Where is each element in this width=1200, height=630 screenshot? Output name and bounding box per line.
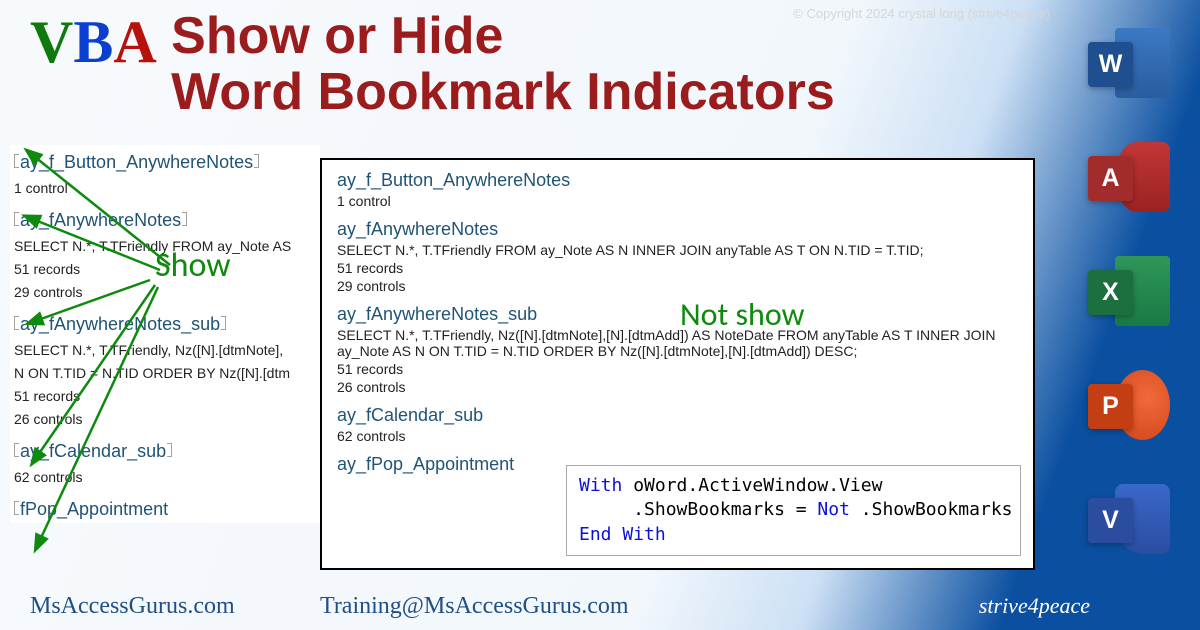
tagline: strive4peace bbox=[840, 593, 1150, 619]
title-line-2: Word Bookmark Indicators bbox=[171, 63, 835, 121]
bookmark-detail: 29 controls bbox=[337, 278, 1018, 294]
title-line-1: Show or Hide bbox=[171, 7, 503, 65]
website-link[interactable]: MsAccessGurus.com bbox=[30, 593, 320, 620]
code-text: oWord.ActiveWindow.View bbox=[622, 475, 882, 496]
bookmark-detail: 62 controls bbox=[14, 467, 316, 488]
show-label: Show bbox=[155, 245, 231, 286]
bookmark-detail: 51 records bbox=[14, 386, 316, 407]
keyword-not: Not bbox=[817, 499, 850, 520]
bookmark-name: ay_f_Button_AnywhereNotes bbox=[337, 170, 570, 190]
bookmark-detail: 62 controls bbox=[337, 428, 1018, 444]
header: VBA Show or Hide Word Bookmark Indicator… bbox=[30, 8, 1000, 120]
office-app-icons: W A X P V bbox=[1088, 22, 1170, 560]
bookmarks-hidden-panel: ay_f_Button_AnywhereNotes 1 control ay_f… bbox=[320, 158, 1035, 570]
bookmark-detail: 1 control bbox=[14, 178, 316, 199]
bookmark-item: ay_fAnywhereNotes bbox=[14, 207, 316, 234]
bookmark-detail: SELECT N.*, T.TFriendly, Nz([N].[dtmNote… bbox=[337, 327, 1018, 359]
bookmark-detail: 1 control bbox=[337, 193, 1018, 209]
bookmark-name: fPop_Appointment bbox=[20, 499, 168, 519]
visio-letter: V bbox=[1088, 498, 1133, 543]
email-link[interactable]: Training@MsAccessGurus.com bbox=[320, 593, 840, 620]
word-icon: W bbox=[1088, 22, 1170, 104]
access-letter: A bbox=[1088, 156, 1133, 201]
vba-logo: VBA bbox=[30, 8, 157, 77]
bookmark-item: ay_fAnywhereNotes bbox=[337, 219, 1018, 240]
code-text: .ShowBookmarks bbox=[850, 499, 1013, 520]
keyword-end-with: End With bbox=[579, 524, 666, 545]
bookmark-name: ay_fCalendar_sub bbox=[20, 441, 166, 461]
bookmark-detail: 26 controls bbox=[337, 379, 1018, 395]
bookmarks-shown-panel: ay_f_Button_AnywhereNotes 1 control ay_f… bbox=[10, 145, 320, 523]
bookmark-name: ay_fAnywhereNotes_sub bbox=[337, 304, 537, 324]
vba-a: A bbox=[113, 9, 156, 75]
bookmark-item: ay_f_Button_AnywhereNotes bbox=[337, 170, 1018, 191]
access-icon: A bbox=[1088, 136, 1170, 218]
visio-icon: V bbox=[1088, 478, 1170, 560]
keyword-with: With bbox=[579, 475, 622, 496]
powerpoint-icon: P bbox=[1088, 364, 1170, 446]
not-show-label: Not show bbox=[680, 295, 804, 334]
ppt-letter: P bbox=[1088, 384, 1133, 429]
footer: MsAccessGurus.com Training@MsAccessGurus… bbox=[30, 593, 1150, 620]
bookmark-detail: 51 records bbox=[337, 361, 1018, 377]
word-letter: W bbox=[1088, 42, 1133, 87]
bookmark-item: ay_fAnywhereNotes_sub bbox=[337, 304, 1018, 325]
bookmark-item: ay_fCalendar_sub bbox=[337, 405, 1018, 426]
bookmark-detail: SELECT N.*, T.TFriendly FROM ay_Note AS … bbox=[337, 242, 1018, 258]
page-title: Show or Hide Word Bookmark Indicators bbox=[171, 8, 835, 120]
excel-icon: X bbox=[1088, 250, 1170, 332]
bookmark-name: ay_fPop_Appointment bbox=[337, 454, 514, 474]
bookmark-item: fPop_Appointment bbox=[14, 496, 316, 523]
bookmark-detail: N ON T.TID = N.TID ORDER BY Nz([N].[dtm bbox=[14, 363, 316, 384]
bookmark-name: ay_fAnywhereNotes_sub bbox=[20, 314, 220, 334]
bookmark-item: ay_fCalendar_sub bbox=[14, 438, 316, 465]
bookmark-name: ay_fAnywhereNotes bbox=[20, 210, 181, 230]
bookmark-name: ay_fCalendar_sub bbox=[337, 405, 483, 425]
vba-v: V bbox=[30, 9, 73, 75]
bookmark-item: ay_f_Button_AnywhereNotes bbox=[14, 149, 316, 176]
vba-b: B bbox=[73, 9, 113, 75]
bookmark-name: ay_fAnywhereNotes bbox=[337, 219, 498, 239]
bookmark-name: ay_f_Button_AnywhereNotes bbox=[20, 152, 253, 172]
bookmark-detail: SELECT N.*, T.TFriendly, Nz([N].[dtmNote… bbox=[14, 340, 316, 361]
excel-letter: X bbox=[1088, 270, 1133, 315]
bookmark-detail: 51 records bbox=[337, 260, 1018, 276]
code-text: .ShowBookmarks = bbox=[579, 499, 817, 520]
bookmark-item: ay_fAnywhereNotes_sub bbox=[14, 311, 316, 338]
vba-code-snippet: With oWord.ActiveWindow.View .ShowBookma… bbox=[566, 465, 1021, 556]
bookmark-detail: 26 controls bbox=[14, 409, 316, 430]
